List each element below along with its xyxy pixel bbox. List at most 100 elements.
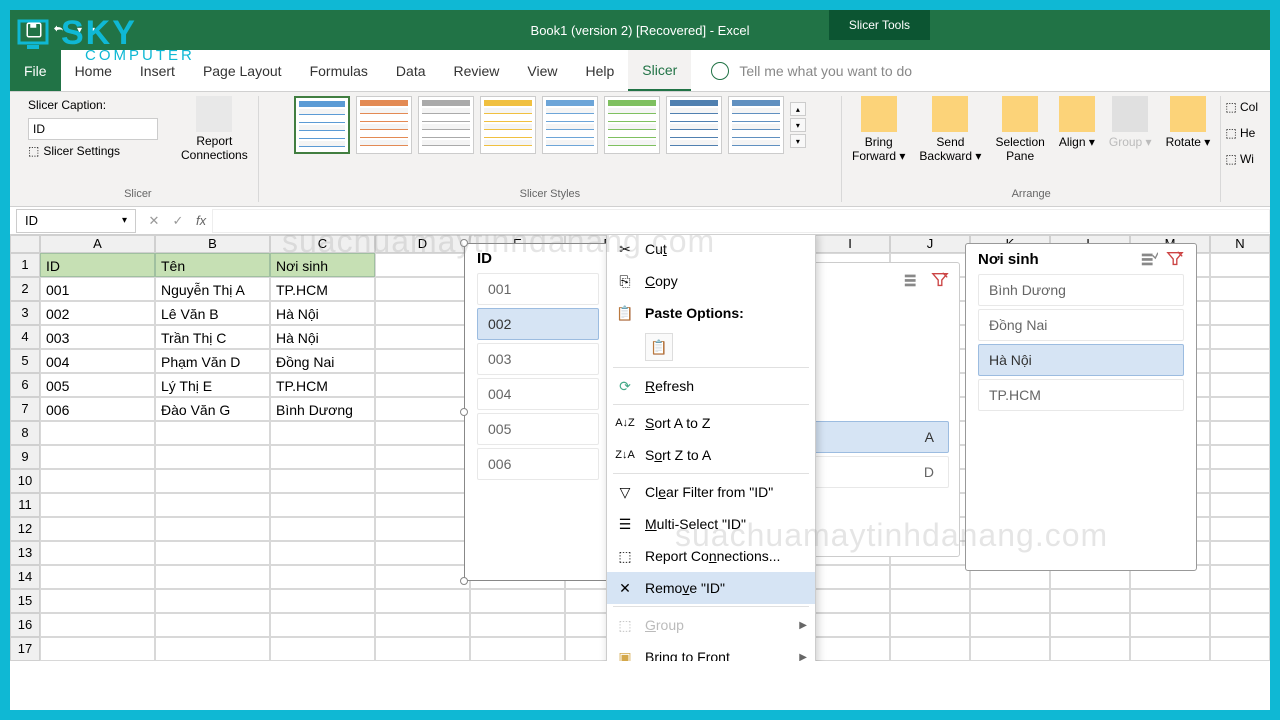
cm-remove[interactable]: ✕ Remove "ID"	[607, 572, 815, 604]
cm-refresh[interactable]: ⟳ Refresh	[607, 370, 815, 402]
slicer-style-4[interactable]	[542, 96, 598, 154]
cell[interactable]	[375, 325, 470, 349]
cell[interactable]: TP.HCM	[270, 373, 375, 397]
cell[interactable]	[270, 565, 375, 589]
cell[interactable]	[155, 613, 270, 637]
cell[interactable]	[1210, 301, 1270, 325]
cell[interactable]	[40, 445, 155, 469]
slicer-item[interactable]: TP.HCM	[978, 379, 1184, 411]
cell[interactable]	[1210, 517, 1270, 541]
cell[interactable]	[375, 493, 470, 517]
cell[interactable]: Lý Thị E	[155, 373, 270, 397]
gallery-down[interactable]: ▾	[790, 118, 806, 132]
cell[interactable]	[1130, 613, 1210, 637]
cell[interactable]	[40, 541, 155, 565]
arrange-selection[interactable]: Selection Pane	[995, 96, 1044, 164]
cell[interactable]	[375, 469, 470, 493]
row-header[interactable]: 5	[10, 349, 40, 373]
row-header[interactable]: 13	[10, 541, 40, 565]
col-header-J[interactable]: J	[890, 235, 970, 253]
row-header[interactable]: 2	[10, 277, 40, 301]
slicer-style-5[interactable]	[604, 96, 660, 154]
clear-filter-icon[interactable]	[931, 271, 949, 289]
cell[interactable]	[375, 637, 470, 661]
tab-insert[interactable]: Insert	[126, 50, 189, 91]
cell[interactable]: Hà Nội	[270, 301, 375, 325]
cell[interactable]	[155, 517, 270, 541]
slicer-item[interactable]: 003	[477, 343, 599, 375]
slicer-caption-input[interactable]	[28, 118, 158, 140]
cell[interactable]	[470, 589, 565, 613]
cell[interactable]: 004	[40, 349, 155, 373]
slicer-tools-tab[interactable]: Slicer Tools	[829, 10, 930, 40]
multiselect-icon[interactable]	[1140, 250, 1158, 268]
cell[interactable]	[270, 613, 375, 637]
cell[interactable]: 006	[40, 397, 155, 421]
cell[interactable]: Phạm Văn D	[155, 349, 270, 373]
cell[interactable]: Nơi sinh	[270, 253, 375, 277]
cm-bring-to-front[interactable]: ▣ Bring to Front ▶	[607, 641, 815, 661]
cell[interactable]	[270, 445, 375, 469]
slicer-item[interactable]: 002	[477, 308, 599, 340]
slicer-item[interactable]: 006	[477, 448, 599, 480]
cell[interactable]	[1130, 637, 1210, 661]
slicer-style-7[interactable]	[728, 96, 784, 154]
cancel-icon[interactable]: ✕	[142, 213, 166, 229]
cell[interactable]	[270, 493, 375, 517]
cell[interactable]	[40, 613, 155, 637]
undo-dropdown[interactable]: ▾	[77, 25, 82, 36]
slicer-noisinh[interactable]: Nơi sinh Bình DươngĐồng NaiHà NộiTP.HCM	[965, 243, 1197, 571]
row-header[interactable]: 11	[10, 493, 40, 517]
cell[interactable]	[890, 613, 970, 637]
slicer-item[interactable]: 004	[477, 378, 599, 410]
cell[interactable]	[1210, 613, 1270, 637]
row-header[interactable]: 4	[10, 325, 40, 349]
slicer-style-3[interactable]	[480, 96, 536, 154]
cell[interactable]	[1210, 493, 1270, 517]
fx-icon[interactable]: fx	[190, 213, 212, 228]
cell[interactable]	[155, 421, 270, 445]
cell[interactable]	[155, 565, 270, 589]
gallery-more[interactable]: ▾	[790, 134, 806, 148]
slicer-settings-button[interactable]: ⬚ Slicer Settings	[28, 144, 173, 158]
cell[interactable]: ID	[40, 253, 155, 277]
cell[interactable]	[40, 565, 155, 589]
slicer-item[interactable]: Đồng Nai	[978, 309, 1184, 341]
cm-cut[interactable]: ✂ Cut	[607, 235, 815, 265]
cm-paste-option-button[interactable]: 📋	[607, 329, 815, 365]
tab-home[interactable]: Home	[61, 50, 126, 91]
row-header[interactable]: 17	[10, 637, 40, 661]
slicer-style-1[interactable]	[356, 96, 412, 154]
cell[interactable]	[375, 421, 470, 445]
cell[interactable]	[375, 541, 470, 565]
slicer-style-0[interactable]	[294, 96, 350, 154]
tab-page-layout[interactable]: Page Layout	[189, 50, 296, 91]
cell[interactable]	[1050, 589, 1130, 613]
multiselect-icon[interactable]	[903, 271, 921, 289]
size-wi[interactable]: ⬚ Wi	[1225, 152, 1258, 166]
cell[interactable]	[890, 589, 970, 613]
cm-clear-filter[interactable]: ▽ Clear Filter from "ID"	[607, 476, 815, 508]
cell[interactable]	[1210, 277, 1270, 301]
cm-sort-az[interactable]: A↓Z Sort A to Z	[607, 407, 815, 439]
cell[interactable]	[40, 493, 155, 517]
cell[interactable]	[375, 277, 470, 301]
cm-multi-select[interactable]: ☰ Multi-Select "ID"	[607, 508, 815, 540]
cell[interactable]	[40, 589, 155, 613]
cell[interactable]	[40, 637, 155, 661]
cell[interactable]	[375, 397, 470, 421]
col-header-C[interactable]: C	[270, 235, 375, 253]
cell[interactable]	[810, 613, 890, 637]
cell[interactable]: Đào Văn G	[155, 397, 270, 421]
cell[interactable]	[270, 469, 375, 493]
slicer-style-2[interactable]	[418, 96, 474, 154]
cell[interactable]	[890, 637, 970, 661]
row-header[interactable]: 10	[10, 469, 40, 493]
row-header[interactable]: 14	[10, 565, 40, 589]
cell[interactable]: Bình Dương	[270, 397, 375, 421]
cell[interactable]	[375, 589, 470, 613]
tab-view[interactable]: View	[513, 50, 571, 91]
cell[interactable]	[155, 589, 270, 613]
cell[interactable]	[1210, 637, 1270, 661]
arrange-bring[interactable]: Bring Forward ▾	[852, 96, 905, 164]
